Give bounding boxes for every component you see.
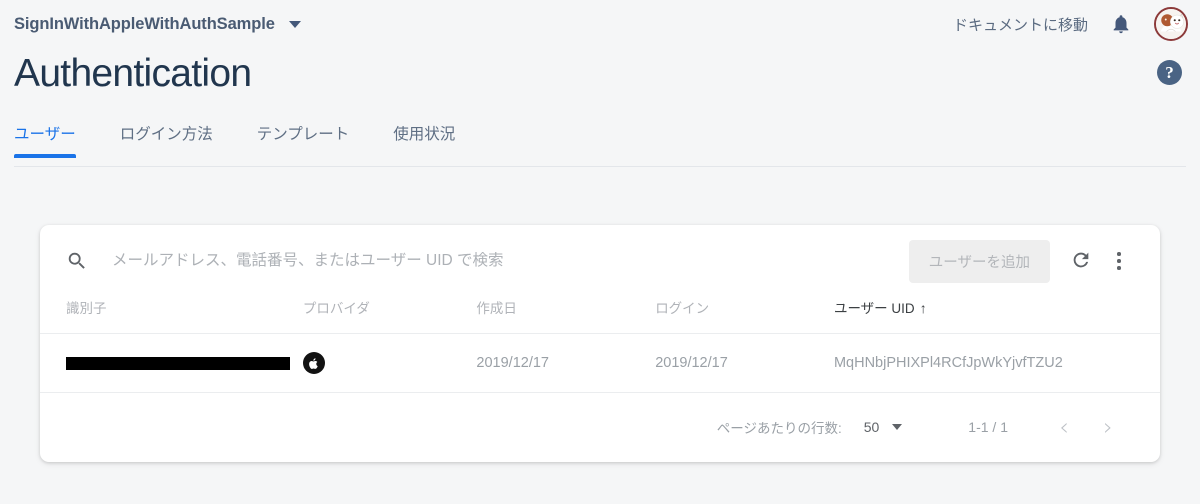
- tab-sign-in-method[interactable]: ログイン方法: [120, 122, 213, 158]
- column-header-user-uid[interactable]: ユーザー UID ↑: [834, 297, 1160, 334]
- top-bar-actions: ドキュメントに移動: [953, 7, 1188, 41]
- user-avatar[interactable]: [1154, 7, 1188, 41]
- table-row[interactable]: 2019/12/17 2019/12/17 MqHNbjPHIXPl4RCfJp…: [40, 333, 1160, 393]
- search-input[interactable]: [112, 252, 909, 270]
- pagination-range: 1-1 / 1: [968, 419, 1008, 435]
- bell-icon[interactable]: [1110, 12, 1132, 36]
- column-header-signed-in[interactable]: ログイン: [655, 297, 834, 334]
- redacted-identifier: [66, 356, 290, 370]
- page-title: Authentication: [14, 52, 252, 95]
- column-header-user-uid-label: ユーザー UID: [833, 301, 915, 316]
- cell-identifier: [40, 333, 303, 393]
- previous-page-button[interactable]: ‹: [1042, 415, 1086, 439]
- column-header-created[interactable]: 作成日: [476, 297, 655, 334]
- cell-signed-in-date: 2019/12/17: [655, 333, 834, 393]
- go-to-docs-link[interactable]: ドキュメントに移動: [953, 14, 1088, 35]
- add-user-button[interactable]: ユーザーを追加: [908, 239, 1050, 283]
- users-card: ユーザーを追加 識別子 プロバイダ 作成日: [40, 225, 1160, 462]
- rows-per-page-select[interactable]: 50: [864, 419, 903, 435]
- tab-templates[interactable]: テンプレート: [257, 122, 350, 158]
- sort-ascending-icon: ↑: [919, 300, 927, 316]
- tab-users[interactable]: ユーザー: [14, 122, 76, 158]
- more-vert-icon: [1117, 252, 1121, 270]
- project-name: SignInWithAppleWithAuthSample: [14, 14, 275, 33]
- rows-per-page-value: 50: [863, 419, 880, 435]
- next-page-button[interactable]: ›: [1086, 415, 1130, 439]
- search-icon: [66, 250, 88, 272]
- project-selector[interactable]: SignInWithAppleWithAuthSample: [14, 15, 301, 34]
- refresh-button[interactable]: [1062, 242, 1100, 280]
- more-options-button[interactable]: [1100, 242, 1138, 280]
- cell-user-uid: MqHNbjPHIXPl4RCfJpWkYjvfTZU2: [833, 333, 1160, 393]
- column-header-identifier[interactable]: 識別子: [40, 297, 303, 334]
- users-table: 識別子 プロバイダ 作成日 ログイン ユーザー UID ↑ 2019/12/17…: [40, 297, 1160, 393]
- authentication-page: SignInWithAppleWithAuthSample ドキュメントに移動: [0, 0, 1200, 504]
- tab-usage[interactable]: 使用状況: [393, 122, 455, 158]
- users-toolbar: ユーザーを追加: [40, 225, 1160, 297]
- chevron-down-icon: [892, 424, 903, 430]
- cell-created-date: 2019/12/17: [476, 333, 656, 393]
- table-header-row: 識別子 プロバイダ 作成日 ログイン ユーザー UID ↑: [40, 297, 1160, 334]
- top-bar: SignInWithAppleWithAuthSample ドキュメントに移動: [0, 0, 1200, 48]
- column-header-provider[interactable]: プロバイダ: [303, 297, 477, 334]
- cell-provider: [302, 333, 477, 393]
- apple-icon: [302, 352, 325, 374]
- users-table-body: 2019/12/17 2019/12/17 MqHNbjPHIXPl4RCfJp…: [40, 333, 1160, 393]
- users-table-head: 識別子 プロバイダ 作成日 ログイン ユーザー UID ↑: [40, 297, 1160, 334]
- refresh-icon: [1070, 249, 1092, 274]
- tab-bar-divider: [14, 166, 1186, 167]
- chevron-down-icon: [288, 20, 301, 28]
- help-icon[interactable]: ?: [1157, 60, 1182, 85]
- tab-bar: ユーザー ログイン方法 テンプレート 使用状況: [0, 122, 1200, 168]
- pagination-bar: ページあたりの行数: 50 1-1 / 1 ‹ ›: [40, 393, 1160, 461]
- rows-per-page-label: ページあたりの行数:: [716, 421, 842, 436]
